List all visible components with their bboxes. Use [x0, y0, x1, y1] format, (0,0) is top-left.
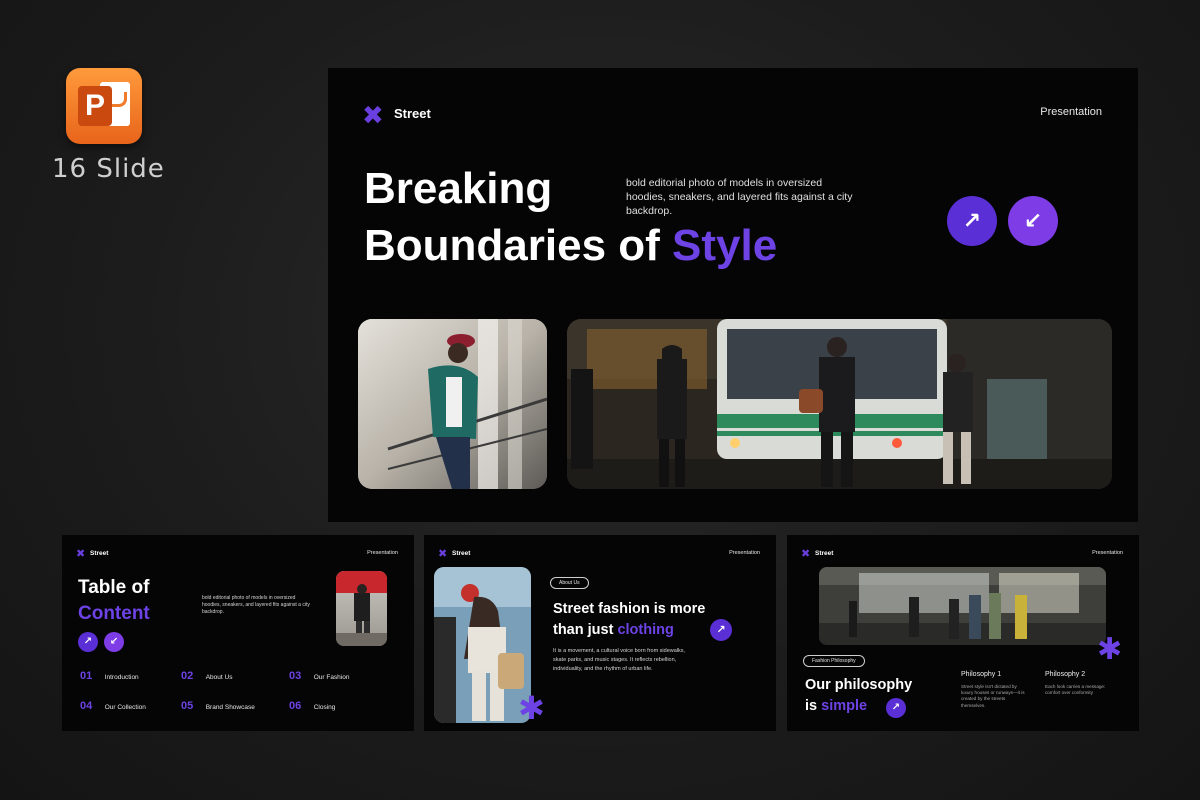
header-presentation: Presentation [729, 550, 760, 556]
philosophy-col2-body: Each look carries a message: comfort ove… [1045, 684, 1106, 696]
toc-item[interactable]: 05 Brand Showcase [181, 696, 255, 714]
powerpoint-letter: P [78, 86, 112, 126]
photo-about-models-art [434, 567, 531, 723]
header-presentation: Presentation [1092, 550, 1123, 556]
toc-item-number: 02 [181, 670, 194, 682]
about-title-line2: than just clothing [553, 620, 705, 641]
arrow-up-right-button[interactable]: ↗ [947, 196, 997, 246]
photo-city-street-art [567, 319, 1112, 489]
photo-about-models [434, 567, 531, 723]
toc-item[interactable]: 01 Introduction [80, 666, 139, 684]
philosophy-title-line1: Our philosophy [805, 677, 913, 693]
asterisk-icon: ✱ [1097, 633, 1123, 666]
brand-name: Street [394, 106, 431, 121]
main-title-accent: Style [672, 221, 778, 271]
arrow-down-left-button[interactable]: ↙ [104, 632, 124, 652]
main-title-plain: Boundaries of [364, 221, 660, 271]
toc-description: bold editorial photo of models in oversi… [202, 595, 310, 615]
header-presentation: Presentation [367, 550, 398, 556]
photo-man-stairs [358, 319, 547, 489]
toc-slide[interactable]: ✖ Street Presentation Table of Content b… [62, 535, 414, 731]
main-slide[interactable]: ✖ Street Presentation Breaking Boundarie… [328, 68, 1138, 522]
arrow-up-right-icon: ↗ [891, 702, 901, 713]
photo-philosophy-station-art [819, 567, 1106, 645]
photo-toc-model [336, 571, 387, 646]
philosophy-col2-title: Philosophy 2 [1045, 671, 1086, 678]
toc-item-number: 06 [289, 700, 302, 712]
toc-item-number: 03 [289, 670, 302, 682]
brand-name: Street [815, 550, 834, 557]
main-title-line2: Boundaries of Style [364, 217, 777, 274]
toc-item[interactable]: 03 Our Fashion [289, 666, 349, 684]
about-pill: About Us [550, 577, 589, 589]
toc-title-line1: Table of [78, 577, 150, 598]
arrow-down-left-icon: ↙ [1023, 208, 1043, 233]
arrow-down-left-icon: ↙ [109, 636, 119, 647]
arrow-down-left-button[interactable]: ↙ [1008, 196, 1058, 246]
x-logo-icon: ✖ [76, 548, 86, 560]
brand-name: Street [90, 550, 109, 557]
toc-item-number: 04 [80, 700, 93, 712]
toc-item-number: 05 [181, 700, 194, 712]
x-logo-icon: ✖ [801, 548, 811, 560]
philosophy-pill: Fashion Philosophy [803, 655, 865, 667]
arrow-up-right-icon: ↗ [716, 623, 726, 636]
about-title-line1: Street fashion is more [553, 601, 706, 617]
about-title-accent: clothing [617, 622, 674, 639]
header-presentation: Presentation [1040, 106, 1102, 118]
arrow-up-right-button[interactable]: ↗ [78, 632, 98, 652]
x-logo-icon: ✖ [438, 548, 448, 560]
main-description: bold editorial photo of models in oversi… [626, 177, 853, 218]
about-title: Street fashion is more than just clothin… [553, 599, 705, 641]
toc-item[interactable]: 02 About Us [181, 666, 232, 684]
photo-city-street [567, 319, 1112, 489]
photo-toc-model-art [336, 571, 387, 646]
toc-item-number: 01 [80, 670, 93, 682]
toc-title: Table of Content [78, 575, 150, 626]
slide-count: 16 Slide [52, 154, 165, 184]
toc-item[interactable]: 04 Our Collection [80, 696, 146, 714]
toc-item-label: Brand Showcase [205, 704, 255, 711]
toc-item-label: Our Collection [104, 704, 146, 711]
arrow-up-right-icon: ↗ [83, 636, 93, 647]
about-title-plain: than just [553, 622, 614, 639]
photo-philosophy-station [819, 567, 1106, 645]
philosophy-slide[interactable]: ✖ Street Presentation ✱ Fashion Philosop… [787, 535, 1139, 731]
toc-item-label: Introduction [104, 674, 139, 681]
philosophy-col1-title: Philosophy 1 [961, 671, 1002, 678]
asterisk-icon: ✱ [518, 690, 545, 726]
toc-item-label: Closing [313, 704, 336, 711]
toc-title-line2: Content [78, 602, 150, 624]
toc-item-label: About Us [205, 674, 233, 681]
philosophy-col1-body: Street style isn't dictated by luxury ho… [961, 684, 1025, 708]
photo-man-stairs-art [358, 319, 547, 489]
powerpoint-icon: P [66, 68, 142, 144]
toc-item-label: Our Fashion [313, 674, 350, 681]
philosophy-title-plain: is [805, 698, 818, 715]
arrow-up-right-icon: ↗ [962, 208, 982, 233]
brand-name: Street [452, 550, 471, 557]
arrow-up-right-button[interactable]: ↗ [886, 698, 906, 718]
toc-item[interactable]: 06 Closing [289, 696, 335, 714]
arrow-up-right-button[interactable]: ↗ [710, 619, 732, 641]
about-slide[interactable]: ✖ Street Presentation ✱ About Us Street … [424, 535, 776, 731]
about-body: It is a movement, a cultural voice born … [553, 648, 686, 672]
philosophy-title-accent: simple [821, 698, 868, 715]
x-logo-icon: ✖ [362, 100, 384, 130]
